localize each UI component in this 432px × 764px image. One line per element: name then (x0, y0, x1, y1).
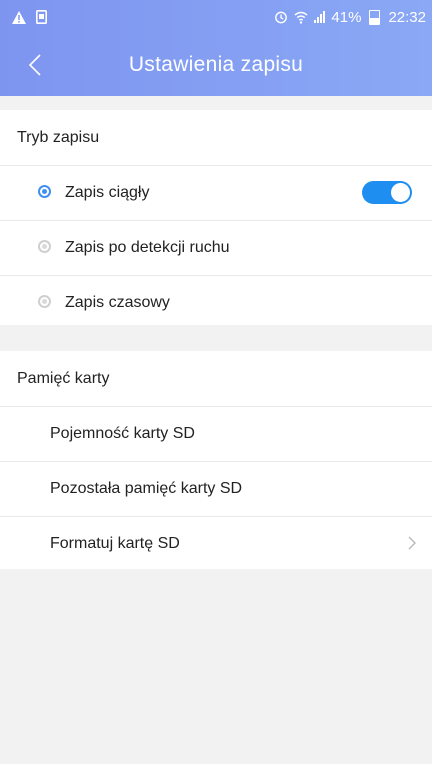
card-memory-section: Pamięć karty Pojemność karty SD Pozostał… (0, 351, 432, 569)
option-scheduled[interactable]: Zapis czasowy (0, 275, 432, 330)
row-label: Pozostała pamięć karty SD (50, 480, 243, 497)
warning-icon (12, 10, 26, 24)
status-bar: 41% 22:32 (0, 0, 432, 34)
sd-remaining-row[interactable]: Pozostała pamięć karty SD (0, 461, 432, 517)
chevron-right-icon (408, 536, 416, 550)
record-mode-header: Tryb zapisu (0, 110, 432, 166)
option-label: Zapis po detekcji ruchu (65, 239, 230, 256)
sd-capacity-row[interactable]: Pojemność karty SD (0, 406, 432, 462)
toggle-knob (391, 183, 410, 202)
radio-unselected-icon[interactable] (38, 295, 51, 308)
alarm-icon (274, 10, 288, 24)
status-right: 41% 22:32 (274, 0, 426, 34)
back-button[interactable] (20, 48, 54, 82)
page-title: Ustawienia zapisu (128, 53, 304, 76)
signal-icon (314, 11, 326, 23)
row-label: Formatuj kartę SD (50, 535, 180, 552)
option-motion-detection[interactable]: Zapis po detekcji ruchu (0, 220, 432, 276)
section-title: Pamięć karty (17, 370, 110, 387)
card-memory-header: Pamięć karty (0, 351, 432, 407)
wifi-icon (294, 11, 308, 24)
clock: 22:32 (388, 8, 426, 26)
app-bar: Ustawienia zapisu (0, 34, 432, 96)
format-sd-row[interactable]: Formatuj kartę SD (0, 516, 432, 571)
battery-percent: 41% (331, 8, 362, 26)
notification-icon (36, 10, 47, 24)
radio-selected-icon[interactable] (38, 185, 51, 198)
radio-unselected-icon[interactable] (38, 240, 51, 253)
option-label: Zapis czasowy (65, 294, 170, 311)
continuous-toggle[interactable] (362, 181, 412, 204)
section-title: Tryb zapisu (17, 129, 100, 146)
option-label: Zapis ciągły (65, 184, 150, 201)
record-mode-section: Tryb zapisu Zapis ciągły Zapis po detekc… (0, 110, 432, 325)
chevron-left-icon (28, 54, 41, 76)
row-label: Pojemność karty SD (50, 425, 195, 442)
battery-icon (369, 9, 381, 25)
option-continuous[interactable]: Zapis ciągły (0, 165, 432, 221)
status-left (12, 0, 47, 34)
